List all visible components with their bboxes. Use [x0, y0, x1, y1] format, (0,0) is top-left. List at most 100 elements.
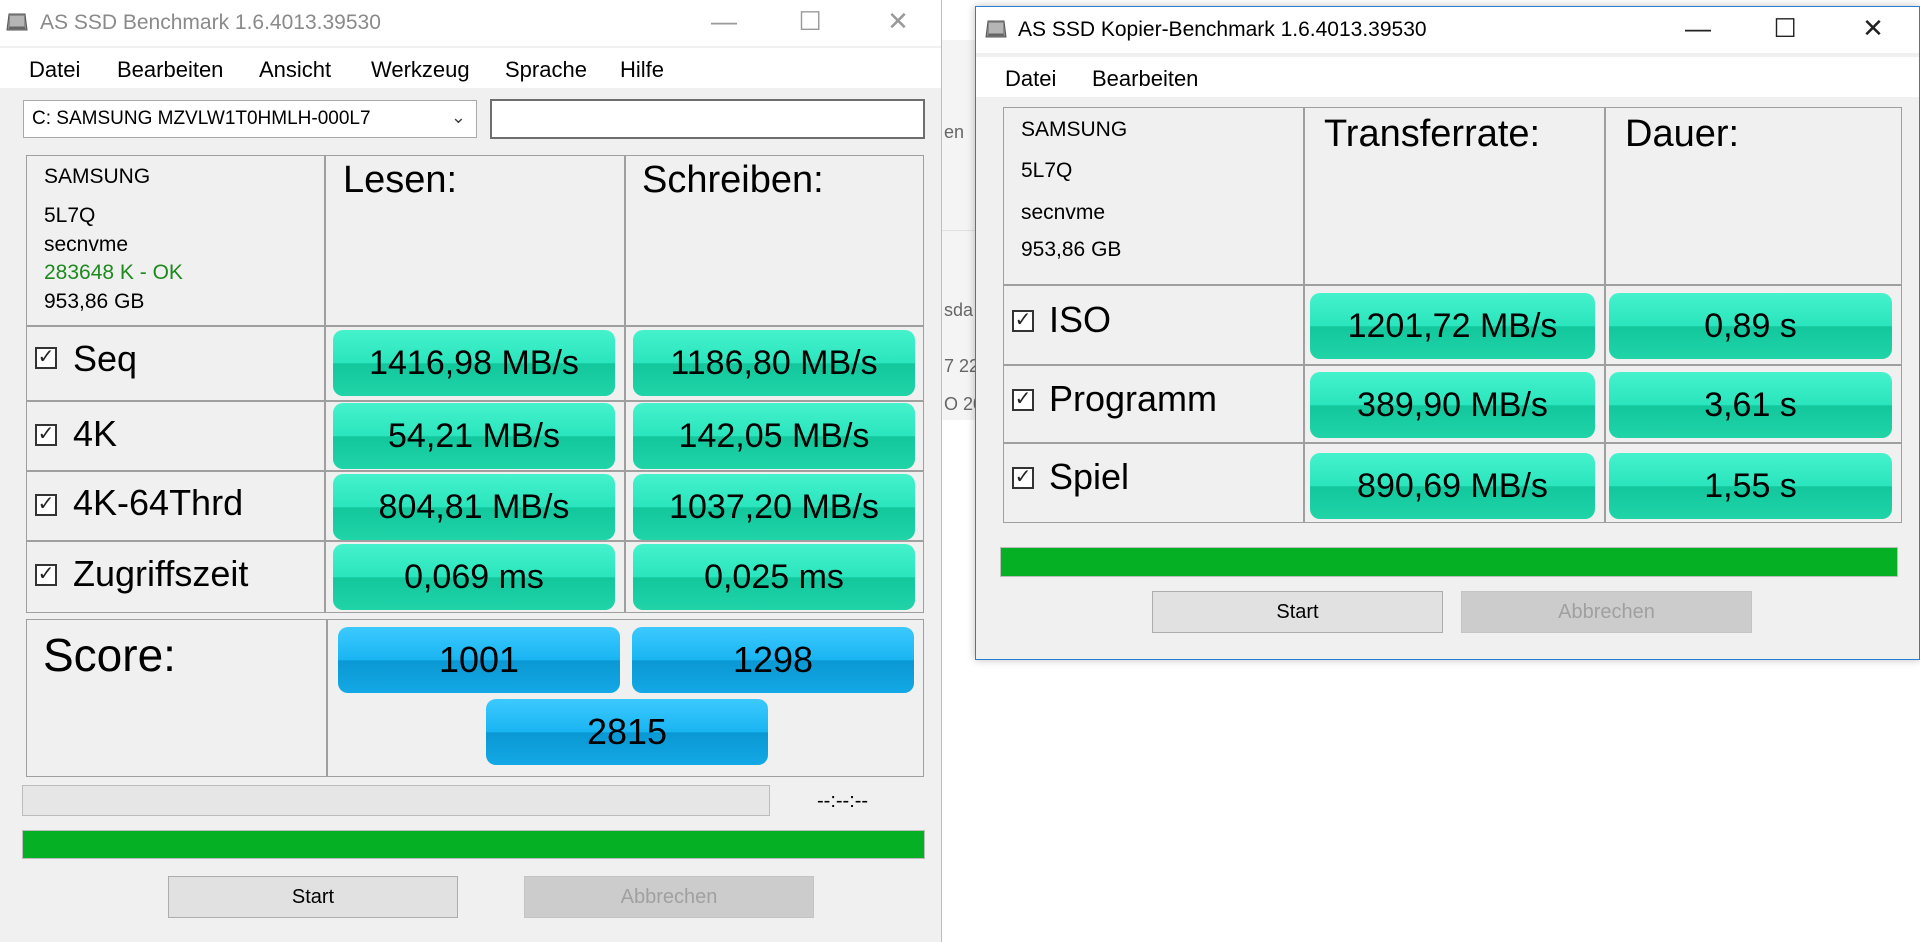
score-total: 2815	[486, 699, 768, 765]
iso-label: ISO	[1049, 299, 1112, 340]
close-button[interactable]: ✕	[854, 0, 942, 44]
copy-menu-bearbeiten[interactable]: Bearbeiten	[1092, 66, 1198, 92]
seq-read-result: 1416,98 MB/s	[333, 330, 615, 396]
background-text-3: 7 22	[944, 356, 980, 376]
copy-title-bar[interactable]: AS SSD Kopier-Benchmark 1.6.4013.39530 —…	[976, 7, 1919, 53]
seq-checkbox[interactable]: ✓	[35, 347, 57, 369]
copy-window-title: AS SSD Kopier-Benchmark 1.6.4013.39530	[1018, 18, 1427, 41]
copy-drive-firmware: 5L7Q	[1021, 159, 1073, 182]
drive-firmware: 5L7Q	[44, 204, 96, 227]
rate-header: Transferrate:	[1324, 113, 1541, 155]
program-label: Programm	[1049, 378, 1218, 419]
score-label-cell: Score:	[26, 619, 327, 777]
copy-drive-driver: secnvme	[1021, 201, 1106, 224]
sub-progress-bar	[22, 785, 770, 816]
access-write-result: 0,025 ms	[633, 544, 915, 610]
menu-ansicht[interactable]: Ansicht	[259, 57, 331, 83]
window-title: AS SSD Benchmark 1.6.4013.39530	[40, 11, 381, 34]
chevron-down-icon: ⌄	[450, 107, 466, 127]
copy-progress-bar	[1000, 547, 1898, 577]
program-rate-result: 389,90 MB/s	[1310, 372, 1595, 438]
4k-read-result: 54,21 MB/s	[333, 403, 615, 469]
copy-close-button[interactable]: ✕	[1829, 7, 1917, 51]
drive-alignment: 283648 K - OK	[44, 261, 183, 284]
4k64-read-result: 804,81 MB/s	[333, 474, 615, 540]
copy-menu-bar: Datei Bearbeiten	[976, 57, 1919, 97]
copy-minimize-button[interactable]: —	[1654, 7, 1742, 51]
copy-cancel-button[interactable]: Abbrechen	[1461, 591, 1752, 633]
main-progress-fill	[23, 831, 924, 858]
row-game-label-cell: ✓ Spiel	[1003, 443, 1304, 523]
row-program-label-cell: ✓ Programm	[1003, 365, 1304, 443]
menu-hilfe[interactable]: Hilfe	[620, 57, 664, 83]
access-checkbox[interactable]: ✓	[35, 564, 57, 586]
read-header: Lesen:	[343, 159, 458, 201]
copy-benchmark-window: AS SSD Kopier-Benchmark 1.6.4013.39530 —…	[975, 6, 1920, 660]
maximize-button[interactable]: ☐	[766, 0, 854, 44]
program-duration-result: 3,61 s	[1609, 372, 1892, 438]
read-header-cell: Lesen:	[325, 155, 625, 326]
copy-start-button[interactable]: Start	[1152, 591, 1443, 633]
seq-label: Seq	[73, 338, 138, 379]
copy-progress-fill	[1001, 548, 1897, 576]
menu-datei[interactable]: Datei	[29, 57, 80, 83]
start-button[interactable]: Start	[168, 876, 458, 918]
background-divider	[942, 230, 976, 231]
iso-rate-result: 1201,72 MB/s	[1310, 293, 1595, 359]
drive-app-icon	[985, 20, 1007, 38]
score-write: 1298	[632, 627, 914, 693]
background-text-1: en	[944, 122, 965, 142]
4k-checkbox[interactable]: ✓	[35, 424, 57, 446]
duration-header: Dauer:	[1625, 113, 1740, 155]
game-checkbox[interactable]: ✓	[1012, 467, 1034, 489]
drive-size: 953,86 GB	[44, 290, 145, 313]
copy-drive-size: 953,86 GB	[1021, 238, 1122, 261]
copy-menu-datei[interactable]: Datei	[1005, 66, 1056, 92]
rate-header-cell: Transferrate:	[1304, 107, 1605, 285]
access-label: Zugriffszeit	[73, 553, 249, 594]
seq-write-result: 1186,80 MB/s	[633, 330, 915, 396]
drive-info-panel: SAMSUNG 5L7Q secnvme 283648 K - OK 953,8…	[26, 155, 325, 326]
copy-drive-info-panel: SAMSUNG 5L7Q secnvme 953,86 GB	[1003, 107, 1304, 285]
game-duration-result: 1,55 s	[1609, 453, 1892, 519]
iso-checkbox[interactable]: ✓	[1012, 310, 1034, 332]
row-seq-label-cell: ✓ Seq	[26, 326, 325, 401]
4k64-label: 4K-64Thrd	[73, 482, 244, 523]
drive-app-icon	[6, 13, 28, 31]
menu-sprache[interactable]: Sprache	[505, 57, 587, 83]
iso-duration-result: 0,89 s	[1609, 293, 1892, 359]
menu-bar: Datei Bearbeiten Ansicht Werkzeug Sprach…	[0, 48, 941, 88]
drive-brand: SAMSUNG	[44, 165, 151, 188]
benchmark-window: AS SSD Benchmark 1.6.4013.39530 — ☐ ✕ Da…	[0, 0, 942, 942]
game-label: Spiel	[1049, 456, 1130, 497]
background-text-2: sda	[944, 300, 974, 320]
row-4k-label-cell: ✓ 4K	[26, 401, 325, 471]
main-progress-bar	[22, 830, 925, 859]
drive-select[interactable]: C: SAMSUNG MZVLW1T0HMLH-000L7 ⌄	[23, 100, 477, 138]
write-header-cell: Schreiben:	[625, 155, 924, 326]
score-label: Score:	[43, 629, 176, 681]
row-access-label-cell: ✓ Zugriffszeit	[26, 541, 325, 613]
copy-drive-brand: SAMSUNG	[1021, 118, 1128, 141]
cancel-button[interactable]: Abbrechen	[524, 876, 814, 918]
access-read-result: 0,069 ms	[333, 544, 615, 610]
drive-driver: secnvme	[44, 233, 129, 256]
duration-header-cell: Dauer:	[1605, 107, 1902, 285]
4k64-write-result: 1037,20 MB/s	[633, 474, 915, 540]
minimize-button[interactable]: —	[680, 0, 768, 44]
4k64-checkbox[interactable]: ✓	[35, 494, 57, 516]
row-iso-label-cell: ✓ ISO	[1003, 285, 1304, 365]
4k-label: 4K	[73, 413, 118, 454]
write-header: Schreiben:	[642, 159, 824, 201]
program-checkbox[interactable]: ✓	[1012, 389, 1034, 411]
elapsed-time: --:--:--	[817, 790, 869, 812]
menu-bearbeiten[interactable]: Bearbeiten	[117, 57, 223, 83]
row-4k64-label-cell: ✓ 4K-64Thrd	[26, 471, 325, 541]
game-rate-result: 890,69 MB/s	[1310, 453, 1595, 519]
menu-werkzeug[interactable]: Werkzeug	[371, 57, 470, 83]
score-read: 1001	[338, 627, 620, 693]
status-textbox[interactable]	[490, 99, 925, 139]
drive-select-value: C: SAMSUNG MZVLW1T0HMLH-000L7	[32, 108, 371, 129]
title-bar[interactable]: AS SSD Benchmark 1.6.4013.39530 — ☐ ✕	[0, 0, 941, 46]
copy-maximize-button[interactable]: ☐	[1741, 7, 1829, 51]
